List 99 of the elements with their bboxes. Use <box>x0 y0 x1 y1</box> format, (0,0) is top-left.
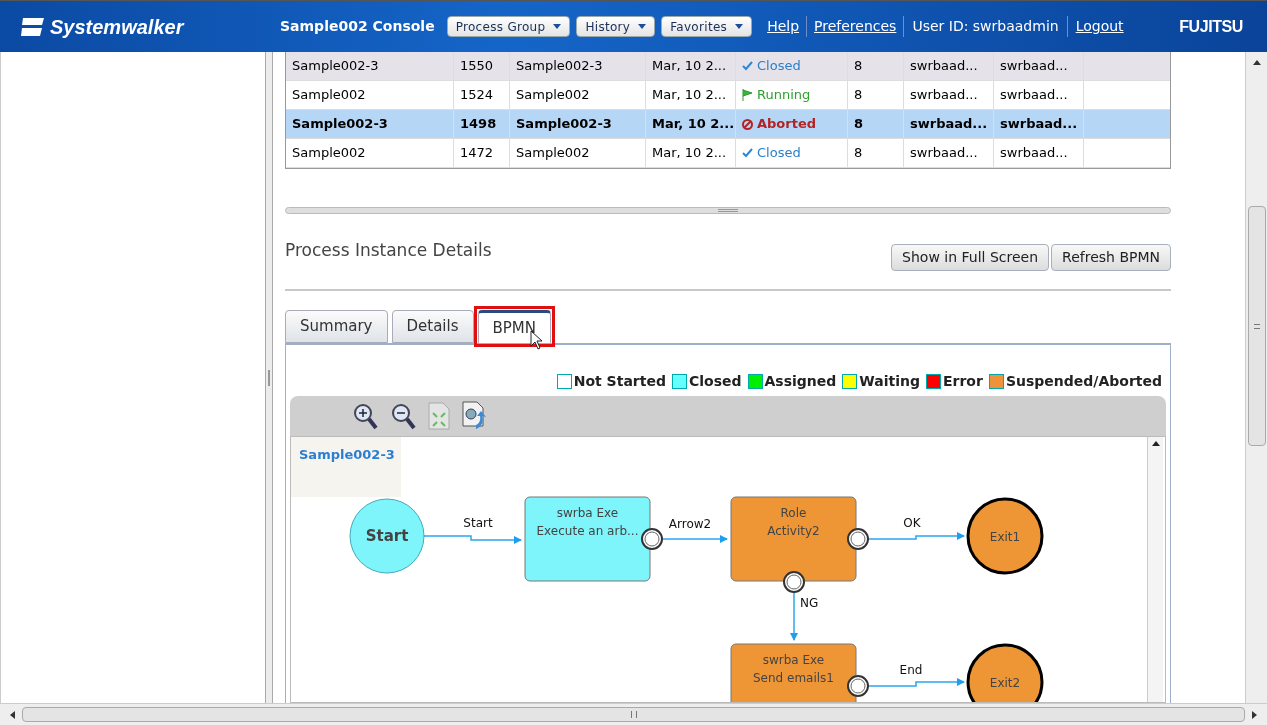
port-icon <box>847 675 869 697</box>
table-cell: Mar, 10 2... <box>646 110 736 138</box>
table-row[interactable]: Sample002-3 1498 Sample002-3 Mar, 10 2... Aborted 8 swrbaad... swrbaad... <box>286 110 1170 139</box>
node-label: Execute an arb... <box>536 524 639 538</box>
table-cell: swrbaad... <box>994 110 1084 138</box>
table-cell: 8 <box>848 52 904 80</box>
end-event[interactable] <box>966 497 1044 575</box>
start-event[interactable] <box>349 498 425 574</box>
checkmark-icon <box>742 61 753 71</box>
table-cell: swrbaad... <box>904 139 994 167</box>
caret-icon <box>553 24 562 29</box>
status-cell: Closed <box>736 139 848 167</box>
tab[interactable]: Summary <box>285 310 388 343</box>
legend-label: Suspended/Aborted <box>1005 372 1162 391</box>
legend-label: Not Started <box>573 372 666 391</box>
checkmark-icon <box>742 148 753 158</box>
node-label: Exit2 <box>989 676 1021 690</box>
legend-label: Assigned <box>764 372 837 391</box>
table-row[interactable]: Sample002-3 1550 Sample002-3 Mar, 10 2... Closed 8 swrbaad... swrbaad... <box>286 52 1170 81</box>
table-cell: 1498 <box>454 110 510 138</box>
legend-label: Waiting <box>859 372 920 391</box>
table-cell: swrbaad... <box>994 81 1084 109</box>
console-title: Sample002 Console <box>280 17 435 36</box>
table-cell: Mar, 10 2... <box>646 139 736 167</box>
caret-icon <box>735 24 744 29</box>
activity-node[interactable] <box>730 643 857 702</box>
activity-node[interactable] <box>730 496 857 582</box>
node-label: swrba Exe <box>556 506 619 520</box>
port-icon <box>847 528 869 550</box>
table-cell: swrbaad... <box>904 110 994 138</box>
legend-label: Error <box>943 372 983 391</box>
flag-icon <box>742 89 753 101</box>
table-cell: Sample002-3 <box>286 110 454 138</box>
stop-icon <box>742 118 753 130</box>
logo-icon <box>20 15 46 38</box>
table-cell: swrbaad... <box>994 52 1084 80</box>
table-cell: Sample002 <box>286 139 454 167</box>
tab[interactable]: BPMN <box>477 310 551 343</box>
table-cell: Sample002 <box>510 139 646 167</box>
node-label: swrba Exe <box>762 653 825 667</box>
table-row[interactable]: Sample002 1472 Sample002 Mar, 10 2... Closed 8 swrbaad... swrbaad... <box>286 139 1170 168</box>
port-icon <box>783 571 805 593</box>
edge-label: OK <box>903 516 921 530</box>
table-cell: Sample002-3 <box>286 52 454 80</box>
toolbar-button[interactable]: Refresh BPMN <box>1051 244 1171 271</box>
zoom-out-icon[interactable] <box>390 402 416 430</box>
tab[interactable]: Details <box>391 310 474 343</box>
table-cell: 8 <box>848 110 904 138</box>
table-cell: Sample002 <box>510 81 646 109</box>
header-link[interactable]: Preferences <box>807 16 905 37</box>
logout-link[interactable]: Logout <box>1067 16 1132 37</box>
table-cell: Mar, 10 2... <box>646 52 736 80</box>
table-cell: Sample002-3 <box>510 52 646 80</box>
menu-dropdown[interactable]: Process Group <box>446 16 571 37</box>
edge-label: NG <box>800 596 819 610</box>
node-label: Exit1 <box>989 530 1021 544</box>
toolbar-button[interactable]: Show in Full Screen <box>891 244 1050 271</box>
scroll-left-icon[interactable] <box>8 709 16 720</box>
zoom-in-icon[interactable] <box>352 402 378 430</box>
table-cell: 8 <box>848 81 904 109</box>
node-label: Start <box>365 527 409 545</box>
export-icon[interactable] <box>462 401 488 431</box>
table-row[interactable]: Sample002 1524 Sample002 Mar, 10 2... Running 8 swrbaad... swrbaad... <box>286 81 1170 110</box>
table-cell: 1550 <box>454 52 510 80</box>
menu-dropdown[interactable]: History <box>576 16 656 37</box>
header-link[interactable]: Help <box>760 16 808 37</box>
edge-label: Arrow2 <box>668 517 712 531</box>
node-label: Activity2 <box>767 524 820 538</box>
status-cell: Aborted <box>736 110 848 138</box>
table-cell: Mar, 10 2... <box>646 81 736 109</box>
connector-arrow <box>790 590 798 641</box>
edge-label: End <box>899 663 923 677</box>
status-cell: Running <box>736 81 848 109</box>
table-cell: swrbaad... <box>904 52 994 80</box>
brand-logo: FUJITSU <box>1179 16 1243 37</box>
menu-dropdown[interactable]: Favorites <box>661 16 753 37</box>
table-cell: 1524 <box>454 81 510 109</box>
table-cell: Sample002 <box>286 81 454 109</box>
table-cell: 8 <box>848 139 904 167</box>
status-cell: Closed <box>736 52 848 80</box>
section-title: Process Instance Details <box>285 239 492 262</box>
legend-label: Closed <box>688 372 742 391</box>
logo-text: Systemwalker <box>50 14 184 40</box>
activity-node[interactable] <box>524 496 651 582</box>
table-cell: swrbaad... <box>904 81 994 109</box>
port-icon <box>641 528 663 550</box>
node-label: Role <box>780 506 807 520</box>
table-cell: swrbaad... <box>994 139 1084 167</box>
edge-label: Start <box>463 516 493 530</box>
connector-arrow <box>660 535 728 543</box>
end-event[interactable] <box>966 643 1044 702</box>
caret-icon <box>638 24 647 29</box>
scroll-up-icon[interactable] <box>1251 58 1262 66</box>
node-label: Send emails1 <box>753 671 834 685</box>
user-id: User ID: swrbaadmin <box>904 16 1068 37</box>
scroll-right-icon[interactable] <box>1251 709 1259 720</box>
table-cell: Sample002-3 <box>510 110 646 138</box>
diagram-scrollbar[interactable] <box>1147 437 1163 702</box>
table-cell: 1472 <box>454 139 510 167</box>
